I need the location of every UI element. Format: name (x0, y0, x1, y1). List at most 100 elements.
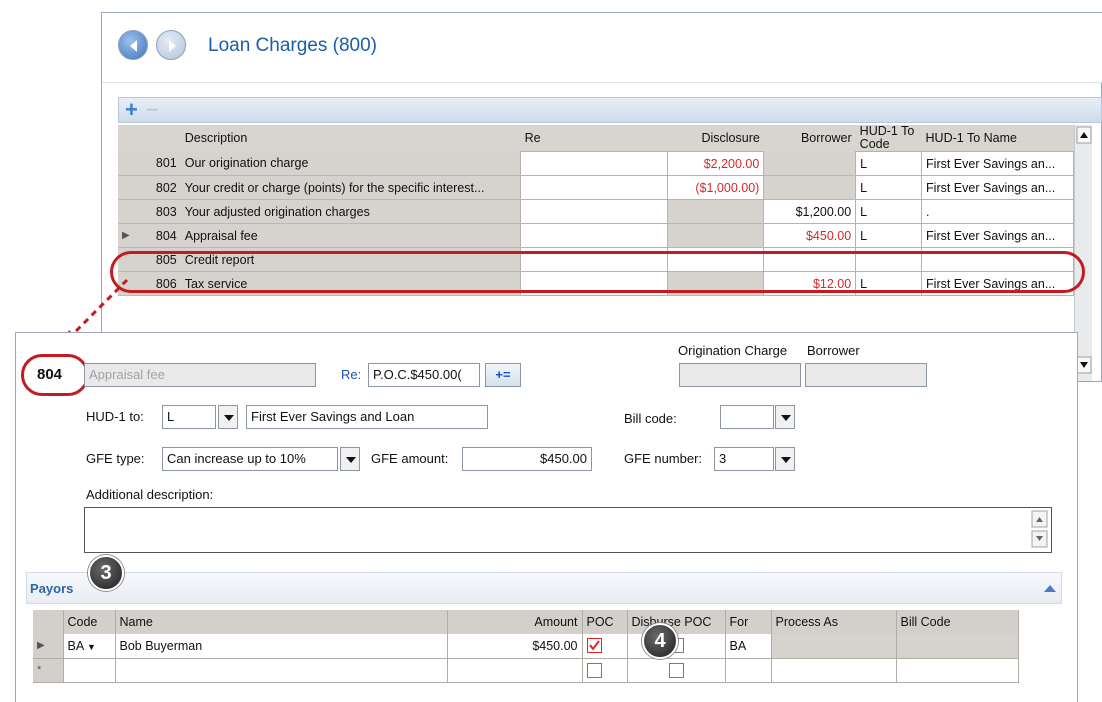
table-row-selected[interactable]: ▶ 804 Appraisal fee $450.00 L First Ever… (118, 223, 1074, 248)
row-description: Your credit or charge (points) for the s… (180, 175, 521, 200)
payors-title: Payors (30, 581, 74, 596)
row-number: 804 (151, 223, 181, 248)
gfe-amount-label: GFE amount: (371, 451, 449, 466)
payor-code-value: BA (67, 638, 84, 653)
payor-for[interactable]: BA (725, 634, 772, 659)
row-hud-code[interactable]: L (855, 223, 923, 248)
new-payor-row[interactable]: * (33, 658, 1019, 683)
payors-header-row: Code Name Amount POC Disburse POC For Pr… (33, 610, 1019, 634)
payor-amount[interactable]: $450.00 (447, 634, 583, 659)
row-disclosure[interactable]: $2,200.00 (667, 151, 765, 176)
borrower-field[interactable] (805, 363, 927, 387)
re-field[interactable]: P.O.C.$450.00( (368, 363, 480, 387)
re-append-button[interactable]: += (485, 363, 521, 387)
col-description[interactable]: Description (180, 125, 521, 152)
col-code[interactable]: Code (63, 610, 116, 634)
col-amount[interactable]: Amount (447, 610, 583, 634)
row-description: Our origination charge (180, 151, 521, 176)
col-re[interactable]: Re (520, 125, 668, 152)
additional-description-label: Additional description: (86, 487, 214, 502)
row-borrower (763, 175, 856, 200)
row-re[interactable] (520, 151, 669, 176)
row-hud-code[interactable]: L (855, 151, 923, 176)
row-hud-name[interactable]: . (921, 199, 1074, 224)
hud-name-field[interactable]: First Ever Savings and Loan (246, 405, 488, 429)
check-icon (586, 638, 602, 654)
window-title: Loan Charges (800) (208, 35, 377, 56)
step-badge-4: 4 (642, 623, 678, 659)
bill-code-label: Bill code: (624, 411, 677, 426)
borrower-label: Borrower (807, 343, 860, 358)
table-row[interactable]: 803 Your adjusted origination charges $1… (118, 199, 1074, 224)
description-field[interactable]: Appraisal fee (84, 363, 316, 387)
row-re[interactable] (520, 199, 669, 224)
col-disburse-poc[interactable]: Disburse POC (627, 610, 726, 634)
payor-name[interactable]: Bob Buyerman (115, 634, 448, 659)
charge-number-highlight-oval (21, 354, 89, 396)
re-label: Re: (341, 367, 362, 382)
row-description: Appraisal fee (180, 223, 521, 248)
forward-arrow-icon (169, 40, 176, 52)
payor-code-dropdown-icon[interactable]: ▼ (87, 642, 96, 652)
row-hud-code[interactable]: L (855, 199, 923, 224)
hud-code-dropdown-icon[interactable] (218, 405, 238, 429)
additional-description-textarea[interactable] (84, 507, 1052, 553)
title-bar: Loan Charges (800) (102, 13, 1102, 83)
row-borrower[interactable]: $450.00 (763, 223, 857, 248)
back-arrow-icon (130, 40, 137, 52)
col-process-as[interactable]: Process As (771, 610, 897, 634)
col-bill-code[interactable]: Bill Code (896, 610, 1019, 634)
table-row[interactable]: 801 Our origination charge $2,200.00 L F… (118, 151, 1074, 176)
payor-code-select[interactable]: BA ▼ (63, 634, 116, 659)
payors-table: Code Name Amount POC Disburse POC For Pr… (33, 610, 1019, 683)
payor-poc-checkbox[interactable] (582, 634, 628, 659)
gfe-type-select[interactable]: Can increase up to 10% (162, 447, 338, 471)
row-selected-arrow-icon: ▶ (118, 223, 152, 248)
collapse-up-icon[interactable] (1043, 583, 1057, 593)
col-hud-name[interactable]: HUD-1 To Name (921, 125, 1074, 152)
textarea-scroll-arrows-icon[interactable] (1031, 510, 1049, 550)
row-hud-name[interactable]: First Ever Savings an... (921, 223, 1074, 248)
payor-bill-code[interactable] (896, 634, 1019, 659)
gfe-amount-field[interactable]: $450.00 (462, 447, 592, 471)
charge-detail-panel: 804 Appraisal fee Re: P.O.C.$450.00( += … (15, 332, 1078, 702)
new-row-marker: * (33, 658, 64, 683)
row-borrower[interactable]: $1,200.00 (763, 199, 857, 224)
charges-grid: Description Re Disclosure Borrower HUD-1… (118, 125, 1074, 345)
forward-button[interactable] (156, 30, 186, 60)
payor-row[interactable]: ▶ BA ▼ Bob Buyerman $450.00 BA (33, 634, 1019, 659)
add-row-icon[interactable]: + (125, 98, 138, 122)
col-for[interactable]: For (725, 610, 772, 634)
gfe-number-label: GFE number: (624, 451, 703, 466)
payors-section-header[interactable]: Payors (26, 572, 1062, 604)
back-button[interactable] (118, 30, 148, 60)
row-re[interactable] (520, 175, 669, 200)
col-name[interactable]: Name (115, 610, 448, 634)
hud-code-select[interactable]: L (162, 405, 216, 429)
col-hud-code[interactable]: HUD-1 To Code (855, 125, 922, 152)
row-selected-arrow-icon: ▶ (33, 634, 64, 659)
row-disclosure (667, 223, 764, 248)
row-hud-name[interactable]: First Ever Savings an... (921, 175, 1074, 200)
col-disclosure[interactable]: Disclosure (667, 125, 764, 152)
payor-process-as[interactable] (771, 634, 897, 659)
row-disclosure (667, 199, 764, 224)
row-hud-name[interactable]: First Ever Savings an... (921, 151, 1074, 176)
origination-charge-field[interactable] (679, 363, 801, 387)
origination-charge-label: Origination Charge (678, 343, 788, 358)
col-poc[interactable]: POC (582, 610, 628, 634)
row-description: Your adjusted origination charges (180, 199, 521, 224)
row-hud-code[interactable]: L (855, 175, 923, 200)
bill-code-select[interactable] (720, 405, 774, 429)
gfe-number-select[interactable]: 3 (714, 447, 774, 471)
remove-row-icon[interactable]: − (146, 98, 159, 122)
bill-code-dropdown-icon[interactable] (775, 405, 795, 429)
col-borrower[interactable]: Borrower (763, 125, 856, 152)
payors-grid: Code Name Amount POC Disburse POC For Pr… (33, 610, 1053, 683)
grid-toolbar: + − (118, 97, 1102, 123)
gfe-type-dropdown-icon[interactable] (340, 447, 360, 471)
row-disclosure[interactable]: ($1,000.00) (667, 175, 765, 200)
table-row[interactable]: 802 Your credit or charge (points) for t… (118, 175, 1074, 200)
gfe-number-dropdown-icon[interactable] (775, 447, 795, 471)
row-re[interactable] (520, 223, 669, 248)
